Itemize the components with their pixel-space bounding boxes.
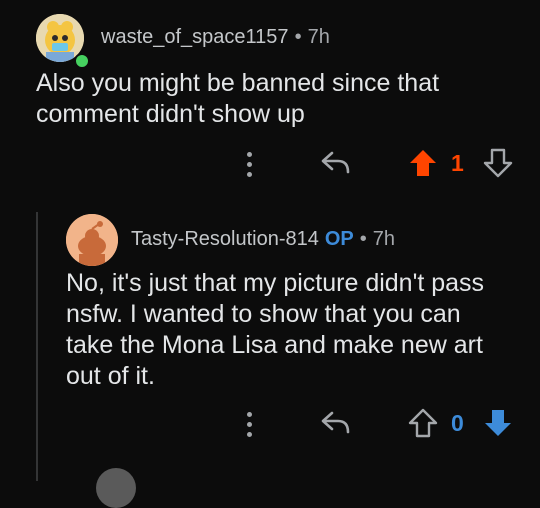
more-options-icon[interactable] xyxy=(247,152,253,182)
comment-actions: 1 xyxy=(230,146,520,182)
comment-text: No, it's just that my picture didn't pas… xyxy=(66,269,485,390)
comment-actions: 0 xyxy=(230,406,520,442)
comment-meta: Tasty-Resolution-814 OP • 7h xyxy=(131,228,395,251)
separator: • xyxy=(359,228,367,250)
reply-icon[interactable] xyxy=(320,148,352,178)
username[interactable]: waste_of_space1157 xyxy=(101,26,289,48)
comment-1: waste_of_space1157 • 7h Also you might be … xyxy=(0,0,540,200)
downvote-icon[interactable] xyxy=(483,148,513,178)
vote-count: 0 xyxy=(451,410,464,436)
op-badge: OP xyxy=(324,228,354,250)
next-reply-avatar[interactable] xyxy=(96,468,136,508)
user-avatar[interactable] xyxy=(66,214,118,266)
snoo-avatar-icon xyxy=(66,214,118,266)
comment-meta: waste_of_space1157 • 7h xyxy=(101,26,330,49)
comment-text: Also you might be banned since that comm… xyxy=(36,69,440,128)
online-status-indicator xyxy=(74,53,90,69)
vote-count: 1 xyxy=(451,150,464,176)
upvote-icon[interactable] xyxy=(408,148,438,178)
username[interactable]: Tasty-Resolution-814 xyxy=(131,228,319,250)
separator: • xyxy=(294,26,302,48)
upvote-icon[interactable] xyxy=(408,408,438,438)
more-options-icon[interactable] xyxy=(247,412,253,442)
reply-icon[interactable] xyxy=(320,408,352,438)
timestamp: 7h xyxy=(307,26,330,48)
downvote-icon[interactable] xyxy=(483,408,513,438)
timestamp: 7h xyxy=(372,228,396,250)
